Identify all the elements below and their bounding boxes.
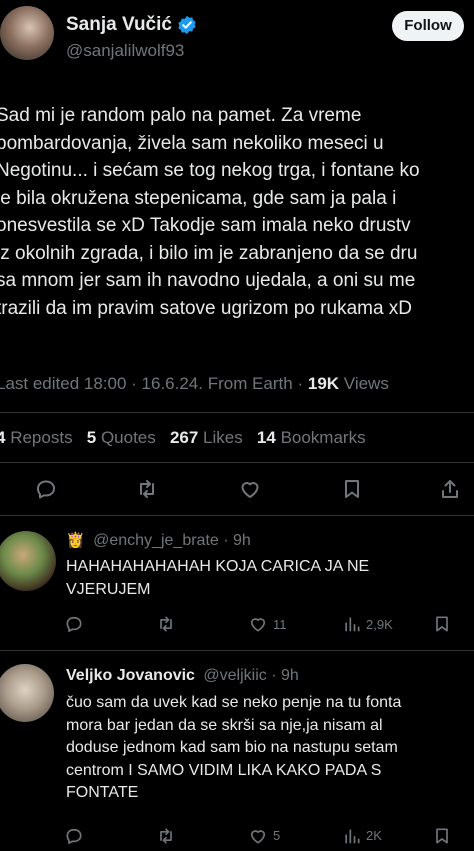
reply-line: FONTATE <box>66 784 139 801</box>
repost-icon[interactable] <box>156 614 176 639</box>
like-icon[interactable] <box>248 614 268 639</box>
reply-text: HAHAHAHAHAHAH KOJA CARICA JA NE VJERUJEM <box>66 556 369 601</box>
follow-button[interactable]: Follow <box>392 11 464 41</box>
share-icon[interactable] <box>438 477 462 506</box>
author-avatar[interactable] <box>0 6 54 60</box>
views-label: Views <box>343 374 389 393</box>
divider <box>0 462 474 463</box>
reply-time: · 9h <box>223 532 251 549</box>
reply-avatar[interactable] <box>0 531 56 591</box>
tweet-text: Sad mi je random palo na pamet. Za vreme… <box>0 102 420 322</box>
reply-line: doduse jednom kad sam bio na nastupu set… <box>66 739 398 756</box>
like-icon[interactable] <box>248 826 268 851</box>
divider <box>0 412 474 413</box>
bookmark-icon[interactable] <box>432 826 452 851</box>
reply-icon[interactable] <box>64 826 84 851</box>
tweet-timestamp[interactable]: Last edited 18:00 · 16.6.24. From Earth … <box>0 374 303 393</box>
reply-line: mora bar jedan da se skrši sa nje,ja nis… <box>66 716 383 734</box>
crown-emoji-icon: 👸 <box>66 532 85 549</box>
reposts-count: 4 <box>0 428 6 447</box>
tweet-meta: Last edited 18:00 · 16.6.24. From Earth … <box>0 374 389 394</box>
views-count: 2K <box>366 828 382 843</box>
reply-handle[interactable]: @veljkiic <box>203 667 266 684</box>
like-icon[interactable] <box>238 477 262 506</box>
reply-line: centrom I SAMO VIDIM LIKA KAKO PADA S <box>66 761 382 779</box>
reply-line: čuo sam da uvek kad se neko penje na tu … <box>66 694 402 711</box>
reply-time: · 9h <box>271 667 299 684</box>
reply-line: VJERUJEM <box>66 580 151 598</box>
views-icon[interactable] <box>342 826 362 851</box>
author-handle[interactable]: @sanjalilwolf93 <box>66 41 184 61</box>
verified-badge-icon <box>177 15 197 35</box>
bookmarks-stat[interactable]: 14 Bookmarks <box>257 428 366 447</box>
repost-icon[interactable] <box>135 477 159 506</box>
tweet-line: iz okolnih zgrada, i bilo im je zabranje… <box>0 242 418 264</box>
reposts-label: Reposts <box>10 428 73 447</box>
like-count: 11 <box>273 617 287 632</box>
tweet-line: Sad mi je random palo na pamet. Za vreme <box>0 105 362 126</box>
reply-header: Veljko Jovanovic @veljkiic · 9h <box>66 667 299 685</box>
quotes-label: Quotes <box>100 428 156 447</box>
engagement-stats: 4 Reposts 5 Quotes 267 Likes 14 Bookmark… <box>0 428 366 448</box>
tweet-line: Negotinu... i sećam se tog nekog trga, i… <box>0 160 420 181</box>
bookmark-icon[interactable] <box>432 614 452 639</box>
tweet-line: je bila okružena stepenicama, gde sam ja… <box>0 187 397 209</box>
reply-icon[interactable] <box>34 477 58 506</box>
repost-icon[interactable] <box>156 826 176 851</box>
divider <box>0 515 474 516</box>
likes-count: 267 <box>169 428 199 447</box>
quotes-count: 5 <box>86 428 97 447</box>
bookmark-icon[interactable] <box>340 477 364 506</box>
author-name[interactable]: Sanja Vučić <box>66 14 172 36</box>
like-count: 5 <box>273 828 281 843</box>
views-count: 19K <box>307 374 340 393</box>
bookmarks-label: Bookmarks <box>280 428 366 447</box>
reply-author-name[interactable]: Veljko Jovanovic <box>66 667 195 684</box>
tweet-line: onesvestila se xD Takodje sam imala neko… <box>0 215 411 236</box>
divider <box>0 650 474 651</box>
quotes-stat[interactable]: 5 Quotes <box>87 428 156 447</box>
reply-text: čuo sam da uvek kad se neko penje na tu … <box>66 692 401 805</box>
reply-avatar[interactable] <box>0 664 54 722</box>
views-count: 2,9K <box>366 617 393 632</box>
bookmarks-count: 14 <box>256 428 276 447</box>
reply-line: HAHAHAHAHAHAH KOJA CARICA JA NE <box>66 558 370 575</box>
reply-handle[interactable]: @enchy_je_brate <box>93 532 219 549</box>
tweet-line: bombardovanja, živela sam nekoliko mesec… <box>0 132 384 154</box>
likes-label: Likes <box>203 428 243 447</box>
reply-header: 👸 @enchy_je_brate · 9h <box>66 531 251 550</box>
tweet-line: sa mnom jer sam ih navodno ujedala, a on… <box>0 270 416 291</box>
reply-icon[interactable] <box>64 614 84 639</box>
likes-stat[interactable]: 267 Likes <box>170 428 243 447</box>
views-icon[interactable] <box>342 614 362 639</box>
reposts-stat[interactable]: 4 Reposts <box>0 428 73 447</box>
tweet-line: trazili da im pravim satove ugrizom po r… <box>0 297 413 319</box>
